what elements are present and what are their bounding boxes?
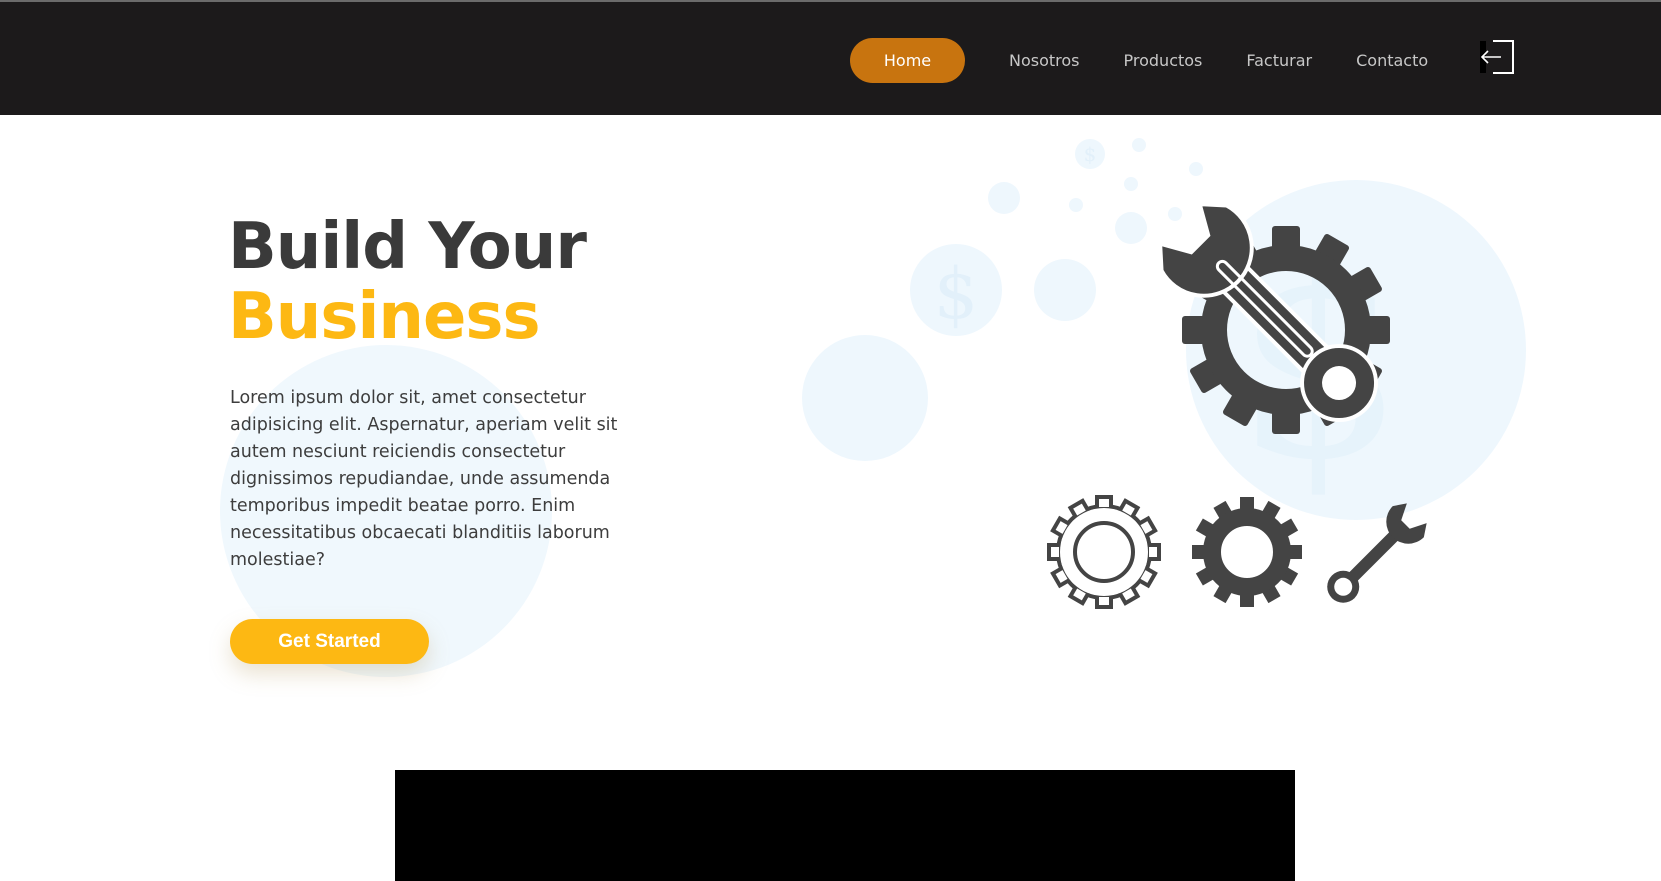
hero-title-line2: Business (228, 280, 541, 354)
navbar: Home Nosotros Productos Facturar Contact… (0, 0, 1661, 115)
hero-title: Build Your Business (228, 210, 587, 354)
get-started-button[interactable]: Get Started (230, 619, 429, 664)
nav-link-nosotros[interactable]: Nosotros (1009, 38, 1080, 83)
nav-link-contacto[interactable]: Contacto (1356, 38, 1428, 83)
hero-description: Lorem ipsum dolor sit, amet consectetur … (230, 388, 618, 570)
hero-illustration: $ $ $ (802, 138, 1526, 609)
nav-link-home[interactable]: Home (850, 38, 965, 83)
background-bubbles (802, 138, 1526, 520)
gear-outline-icon (1047, 495, 1161, 609)
video-block[interactable] (395, 770, 1295, 881)
hero-title-line1: Build Your (228, 210, 587, 284)
nav-link-productos[interactable]: Productos (1124, 38, 1203, 83)
nav-links: Home Nosotros Productos Facturar Contact… (850, 38, 1472, 83)
svg-text:$: $ (934, 253, 979, 335)
nav-link-facturar[interactable]: Facturar (1246, 38, 1312, 83)
logout-icon[interactable] (1479, 39, 1515, 75)
svg-text:$: $ (1084, 142, 1097, 166)
